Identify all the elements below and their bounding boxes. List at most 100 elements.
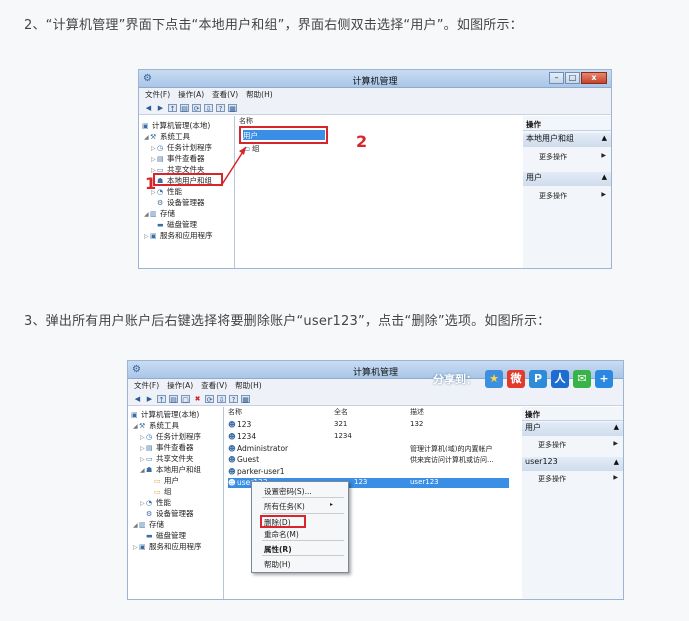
submenu-arrow-icon: ▶ <box>601 152 606 159</box>
table-row[interactable]: ☻123 <box>228 420 251 429</box>
table-cell-fullname: 1234 <box>334 432 352 440</box>
user-icon: ☻ <box>228 467 236 476</box>
column-description-header[interactable]: 描述 <box>410 407 424 417</box>
actions-group-local-users[interactable]: 本地用户和组 ▲ <box>523 133 611 147</box>
actions-group-users[interactable]: 用户 ▲ <box>522 422 623 436</box>
table-cell-description: 132 <box>410 420 424 428</box>
show-tree-icon[interactable]: ▤ <box>169 394 178 404</box>
export-icon[interactable]: ⇩ <box>217 394 226 404</box>
tree-groups[interactable]: ▭ 组 <box>154 486 172 497</box>
tree-device-manager[interactable]: ⚙ 设备管理器 <box>146 508 194 519</box>
back-icon[interactable]: ◀ <box>133 395 142 403</box>
tencent-weibo-icon[interactable]: P <box>529 370 547 388</box>
center-pane: 名称 全名 描述 ☻123 321 132 ☻1234 1234 ☻Admini… <box>224 407 524 599</box>
tree-services-and-applications[interactable]: ▷▣ 服务和应用程序 <box>133 541 202 552</box>
tree-system-tools[interactable]: ◢⚒ 系统工具 <box>133 420 179 431</box>
step-2-instruction: 2、“计算机管理”界面下点击“本地用户和组”，界面右侧双击选择“用户”。如图所示… <box>24 18 523 33</box>
menu-view[interactable]: 查看(V) <box>201 380 227 391</box>
computer-icon: ▣ <box>131 411 138 419</box>
actions-header: 操作 <box>523 119 611 131</box>
actions-pane: 操作 本地用户和组 ▲ 更多操作 ▶ 用户 ▲ 更多操作 ▶ <box>523 116 611 268</box>
up-folder-icon[interactable]: ↑ <box>157 394 166 404</box>
submenu-arrow-icon: ▶ <box>601 191 606 198</box>
storage-icon: ▥ <box>139 521 146 529</box>
actions-group-user123[interactable]: user123 ▲ <box>522 457 623 471</box>
submenu-arrow-icon: ▸ <box>330 501 334 508</box>
more-share-icon[interactable]: + <box>595 370 613 388</box>
submenu-arrow-icon: ▶ <box>613 440 618 447</box>
folder-icon: ▭ <box>154 488 161 496</box>
tree-disk-management[interactable]: ▬ 磁盘管理 <box>146 530 186 541</box>
tree-local-users-and-groups[interactable]: ◢☗ 本地用户和组 <box>140 464 201 475</box>
event-viewer-icon: ▤ <box>146 444 153 452</box>
forward-icon[interactable]: ▶ <box>145 395 154 403</box>
user-icon: ☻ <box>228 432 236 441</box>
user-icon: ☻ <box>228 478 236 487</box>
new-icon[interactable]: ▢ <box>181 394 190 404</box>
table-row[interactable]: ☻Administrator <box>228 444 288 453</box>
menu-file[interactable]: 文件(F) <box>134 380 159 391</box>
toolbar: ◀ ▶ ↑ ▤ ▢ ✖ ⟳ ⇩ ? ▦ <box>128 392 623 406</box>
menu-help[interactable]: 帮助(H) <box>235 380 262 391</box>
column-name-header[interactable]: 名称 <box>228 407 242 417</box>
menu-item-help[interactable]: 帮助(H) <box>264 559 291 570</box>
qzone-star-icon[interactable]: ★ <box>485 370 503 388</box>
table-cell-description: 供来宾访问计算机或访问... <box>410 456 494 464</box>
table-cell-description: 管理计算机(域)的内置帐户 <box>410 445 493 453</box>
collapse-up-icon[interactable]: ▲ <box>602 173 607 181</box>
properties-icon[interactable]: ▦ <box>241 394 250 404</box>
table-row[interactable]: ☻Guest <box>228 455 259 464</box>
action-more-operations[interactable]: 更多操作 ▶ <box>539 152 608 162</box>
table-row[interactable]: ☻1234 <box>228 432 256 441</box>
table-cell-description: user123 <box>410 478 439 486</box>
user-icon: ☻ <box>228 444 236 453</box>
share-bar: 分享到： ★ 微 P 人 ✉ + <box>433 370 613 388</box>
menu-item-all-tasks[interactable]: 所有任务(K) ▸ <box>264 501 333 512</box>
users-icon: ☗ <box>146 466 153 474</box>
menu-item-rename[interactable]: 重命名(M) <box>264 529 299 540</box>
submenu-arrow-icon: ▶ <box>613 474 618 481</box>
folder-icon: ▭ <box>146 455 153 463</box>
collapse-up-icon[interactable]: ▲ <box>614 423 619 431</box>
column-fullname-header[interactable]: 全名 <box>334 407 348 417</box>
tree-users[interactable]: ▭ 用户 <box>154 475 179 486</box>
disk-icon: ▬ <box>146 532 153 540</box>
menu-item-properties[interactable]: 属性(R) <box>264 544 292 555</box>
console-tree: ▣ 计算机管理(本地) ◢⚒ 系统工具 ▷◷ 任务计划程序 ▷▤ 事件查看器 ▷▭ 共享文… <box>128 407 224 599</box>
user-icon: ☻ <box>228 420 236 429</box>
action-more-operations[interactable]: 更多操作 ▶ <box>539 191 608 201</box>
tree-shared-folders[interactable]: ▷▭ 共享文件夹 <box>140 453 194 464</box>
collapse-up-icon[interactable]: ▲ <box>602 134 607 142</box>
actions-header: 操作 <box>522 409 623 421</box>
delete-icon[interactable]: ✖ <box>193 395 202 403</box>
device-icon: ⚙ <box>146 510 153 518</box>
folder-icon: ▭ <box>154 477 161 485</box>
tree-root[interactable]: ▣ 计算机管理(本地) <box>131 409 199 420</box>
collapse-up-icon[interactable]: ▲ <box>614 458 619 466</box>
help-icon[interactable]: ? <box>229 394 238 404</box>
table-row[interactable]: ☻parker-user1 <box>228 467 285 476</box>
tree-event-viewer[interactable]: ▷▤ 事件查看器 <box>140 442 194 453</box>
action-more-operations[interactable]: 更多操作 ▶ <box>538 474 620 484</box>
table-cell-fullname: 321 <box>334 420 348 428</box>
user-icon: ☻ <box>228 455 236 464</box>
share-label: 分享到： <box>433 373 477 386</box>
clock-icon: ◷ <box>146 433 153 441</box>
tree-performance[interactable]: ▷◔ 性能 <box>140 497 171 508</box>
menu-item-set-password[interactable]: 设置密码(S)... <box>264 486 312 497</box>
wechat-icon[interactable]: ✉ <box>573 370 591 388</box>
tree-storage[interactable]: ◢▥ 存储 <box>133 519 164 530</box>
context-menu: 设置密码(S)... 所有任务(K) ▸ 删除(D) 重命名(M) 属性(R) 帮… <box>251 481 349 573</box>
refresh-icon[interactable]: ⟳ <box>205 394 214 404</box>
menu-action[interactable]: 操作(A) <box>167 380 193 391</box>
renren-icon[interactable]: 人 <box>551 370 569 388</box>
actions-group-users[interactable]: 用户 ▲ <box>523 172 611 186</box>
highlight-box-delete <box>260 515 306 528</box>
tree-task-scheduler[interactable]: ▷◷ 任务计划程序 <box>140 431 201 442</box>
services-icon: ▣ <box>139 543 146 551</box>
actions-pane: 操作 用户 ▲ 更多操作 ▶ user123 ▲ 更多操作 ▶ <box>522 407 623 599</box>
step-3-instruction: 3、弹出所有用户账户后右键选择将要删除账户“user123”，点击“删除”选项。… <box>24 314 551 329</box>
action-more-operations[interactable]: 更多操作 ▶ <box>538 440 620 450</box>
computer-management-screenshot-1: ⚙ 计算机管理 – □ x 文件(F) 操作(A) 查看(V) 帮助(H) ◀ … <box>138 69 612 269</box>
weibo-icon[interactable]: 微 <box>507 370 525 388</box>
